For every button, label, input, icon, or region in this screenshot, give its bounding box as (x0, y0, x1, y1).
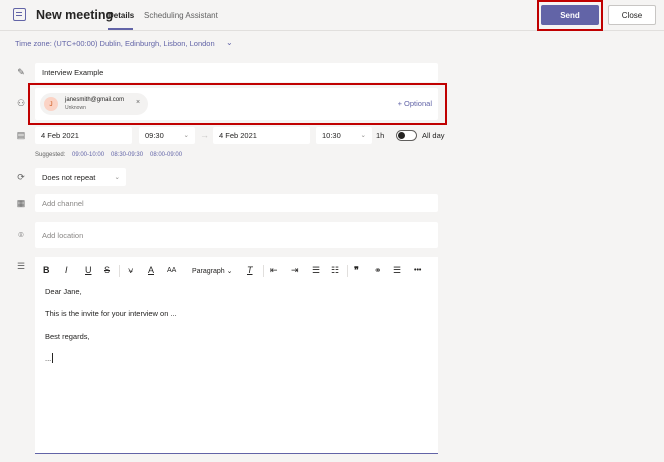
start-time-select[interactable]: 09:30 ⌄ (139, 127, 195, 144)
close-icon[interactable]: × (136, 99, 140, 106)
chevron-down-icon: ⌄ (360, 132, 366, 139)
toolbar-divider (263, 265, 264, 277)
editor-line: Best regards, (45, 332, 90, 341)
arrow-right-icon: → (200, 130, 209, 140)
avatar: J (44, 97, 58, 111)
allday-label: All day (422, 131, 445, 140)
attendee-status: Unknown (65, 105, 86, 111)
more-options-icon[interactable]: ••• (414, 267, 421, 274)
outdent-icon[interactable]: ⇤ (270, 265, 278, 276)
start-time-value: 09:30 (145, 131, 164, 140)
editor-line: ... (45, 354, 52, 363)
quote-icon[interactable]: ❞ (354, 265, 359, 276)
font-size-icon[interactable]: AA (167, 267, 176, 274)
tab-scheduling-assistant[interactable]: Scheduling Assistant (144, 11, 218, 20)
bold-button[interactable]: B (43, 265, 50, 275)
link-icon[interactable]: ⚭ (374, 265, 382, 276)
channel-icon: ▦ (16, 198, 26, 208)
channel-input[interactable]: Add channel (35, 194, 438, 212)
suggested-label: Suggested: (35, 152, 66, 158)
chevron-down-icon: ⌄ (114, 174, 120, 181)
divider-line-icon[interactable]: ☰ (393, 265, 401, 276)
indent-icon[interactable]: ⇥ (291, 265, 299, 276)
page-title: New meeting (36, 8, 114, 22)
location-input[interactable]: Add location (35, 222, 438, 248)
suggested-slot[interactable]: 08:30-09:30 (111, 152, 143, 158)
text-caret (52, 353, 53, 363)
tab-active-indicator (108, 28, 133, 30)
details-icon: ☰ (16, 261, 26, 271)
calendar-icon (13, 8, 26, 21)
end-date-field[interactable]: 4 Feb 2021 (213, 127, 310, 144)
title-input[interactable]: Interview Example (35, 63, 438, 82)
suggested-slot[interactable]: 09:00-10:00 (72, 152, 104, 158)
strikethrough-button[interactable]: S (104, 265, 110, 275)
toolbar-divider (347, 265, 348, 277)
people-icon: ⚇ (16, 98, 26, 108)
paragraph-label: Paragraph (192, 268, 225, 275)
end-time-select[interactable]: 10:30 ⌄ (316, 127, 372, 144)
location-icon: ⌾ (18, 230, 24, 240)
numbered-list-icon[interactable]: ☷ (331, 265, 339, 276)
chevron-down-icon: ⌄ (183, 132, 189, 139)
clear-format-icon[interactable]: T (247, 265, 253, 275)
font-color-icon[interactable]: A (148, 265, 154, 275)
start-date-field[interactable]: 4 Feb 2021 (35, 127, 132, 144)
repeat-select[interactable]: Does not repeat ⌄ (35, 168, 126, 186)
highlight-icon[interactable]: ⍱ (128, 265, 133, 276)
pencil-icon: ✎ (17, 67, 25, 77)
allday-toggle[interactable] (396, 130, 417, 141)
toolbar-divider (119, 265, 120, 277)
bullet-list-icon[interactable]: ☰ (312, 265, 320, 276)
repeat-value: Does not repeat (42, 172, 96, 182)
underline-button[interactable]: U (85, 265, 92, 275)
timezone-selector[interactable]: Time zone: (UTC+00:00) Dublin, Edinburgh… (15, 39, 215, 48)
attendee-email: janesmith@gmail.com (65, 97, 125, 103)
chevron-down-icon[interactable]: ⌄ (226, 38, 233, 47)
date-icon: ▤ (16, 130, 26, 140)
duration-label: 1h (376, 131, 385, 140)
paragraph-select[interactable]: Paragraph ⌄ (192, 267, 233, 275)
editor-line: Dear Jane, (45, 287, 82, 296)
editor-line: This is the invite for your interview on… (45, 309, 177, 318)
repeat-icon: ⟳ (17, 172, 25, 182)
italic-button[interactable]: I (65, 265, 68, 275)
tab-details[interactable]: Details (108, 11, 134, 20)
attendees-input[interactable]: J janesmith@gmail.com Unknown × + Option… (35, 88, 438, 120)
details-editor[interactable]: B I U S ⍱ A AA Paragraph ⌄ T ⇤ ⇥ ☰ ☷ ❞ ⚭… (35, 257, 438, 454)
close-button[interactable]: Close (608, 5, 656, 25)
end-time-value: 10:30 (322, 131, 341, 140)
suggested-slot[interactable]: 08:00-09:00 (150, 152, 182, 158)
attendee-chip[interactable]: J janesmith@gmail.com Unknown × (40, 93, 148, 115)
optional-attendees-link[interactable]: + Optional (398, 99, 432, 108)
send-button[interactable]: Send (541, 5, 599, 25)
